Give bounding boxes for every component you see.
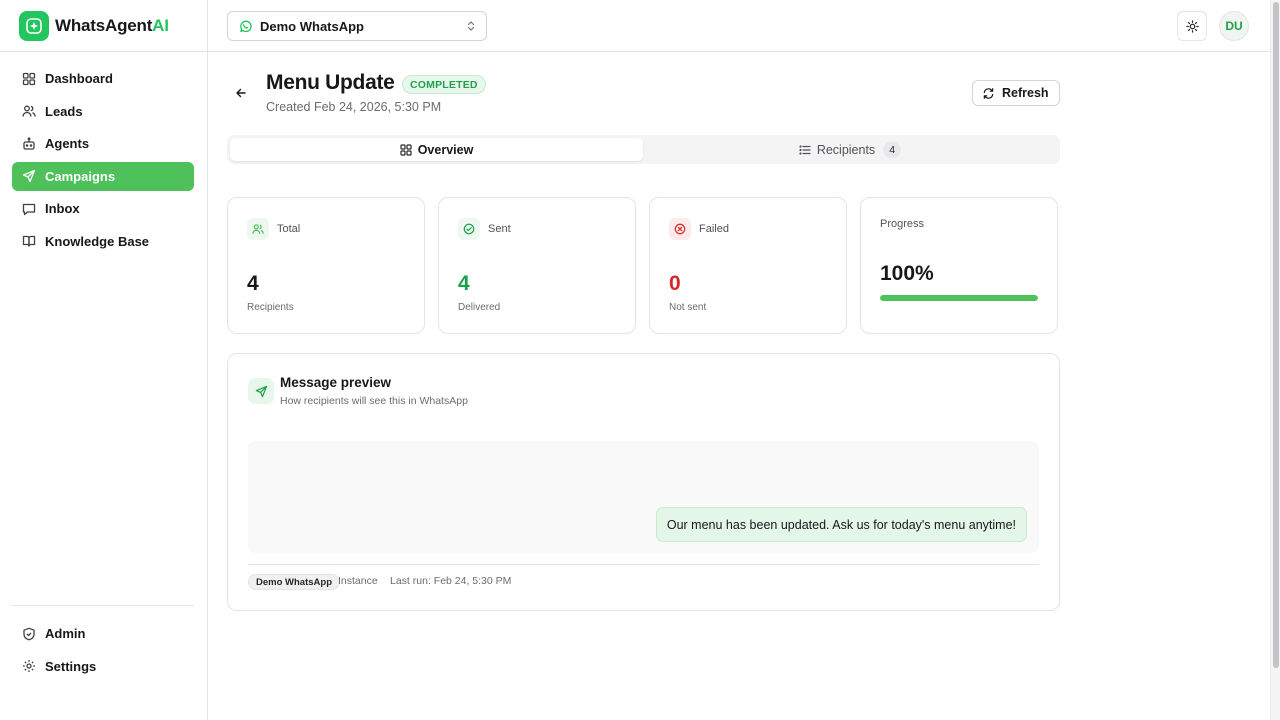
gear-icon: [22, 659, 36, 673]
user-avatar[interactable]: DU: [1219, 11, 1249, 41]
logo-icon: [19, 10, 49, 41]
sidebar-item-settings[interactable]: Settings: [12, 652, 194, 681]
topbar: Demo WhatsApp DU: [208, 0, 1270, 52]
message-preview-card: Message preview How recipients will see …: [227, 353, 1060, 611]
chat-preview-area: Our menu has been updated. Ask us for to…: [248, 441, 1039, 553]
instance-select-value: Demo WhatsApp: [260, 18, 364, 34]
stat-card-total: Total 4 Recipients: [227, 197, 425, 334]
tab-overview[interactable]: Overview: [230, 138, 643, 161]
tab-label: Overview: [417, 142, 474, 157]
scrollbar-thumb[interactable]: [1273, 2, 1279, 668]
shield-icon: [22, 627, 36, 641]
send-icon: [248, 378, 274, 404]
preview-subtitle: How recipients will see this in WhatsApp: [280, 395, 468, 407]
instance-chip: Demo WhatsApp: [248, 574, 340, 590]
instance-select[interactable]: Demo WhatsApp: [227, 11, 487, 41]
chevron-up-down-icon: [466, 20, 476, 32]
tab-list: Overview Recipients 4: [227, 135, 1060, 164]
progress-bar-fill: [880, 295, 1038, 301]
page-title: Menu Update: [266, 71, 395, 94]
stat-value: 4: [458, 272, 470, 295]
tab-label: Recipients: [816, 142, 876, 157]
theme-toggle-button[interactable]: [1177, 11, 1207, 41]
sidebar-item-label: Settings: [45, 658, 97, 674]
instance-label: Instance: [338, 575, 378, 587]
scrollbar[interactable]: [1270, 0, 1280, 720]
sidebar: WhatsAgentAI Dashboard Leads Agents Camp…: [0, 0, 208, 720]
users-icon: [247, 218, 269, 240]
stat-card-progress: Progress 100%: [860, 197, 1058, 334]
message-icon: [22, 202, 36, 216]
progress-value: 100%: [880, 262, 934, 285]
stat-label: Total: [277, 223, 301, 235]
message-bubble: Our menu has been updated. Ask us for to…: [655, 507, 1027, 542]
stat-value: 0: [669, 272, 681, 295]
sidebar-item-label: Agents: [45, 136, 90, 151]
bot-icon: [22, 136, 36, 151]
stat-value: 4: [247, 272, 259, 295]
brand[interactable]: WhatsAgentAI: [0, 0, 207, 52]
tab-recipients[interactable]: Recipients 4: [643, 138, 1057, 161]
sidebar-item-agents[interactable]: Agents: [12, 129, 194, 158]
sidebar-item-leads[interactable]: Leads: [12, 97, 194, 126]
stat-card-sent: Sent 4 Delivered: [438, 197, 636, 334]
recipients-count-badge: 4: [883, 141, 902, 158]
refresh-button[interactable]: Refresh: [972, 80, 1060, 106]
sidebar-item-label: Admin: [45, 626, 86, 641]
progress-label: Progress: [880, 218, 925, 230]
sidebar-nav: Dashboard Leads Agents Campaigns Inbox K…: [12, 64, 194, 259]
brand-name: WhatsAgentAI: [55, 15, 169, 35]
sun-icon: [1185, 19, 1199, 33]
stat-sublabel: Not sent: [669, 302, 707, 313]
sidebar-divider: [12, 605, 194, 606]
book-icon: [22, 234, 36, 248]
sidebar-item-inbox[interactable]: Inbox: [12, 194, 194, 223]
arrow-left-icon: [235, 87, 247, 99]
stat-sublabel: Recipients: [247, 302, 294, 313]
stat-label: Sent: [488, 223, 511, 235]
divider: [248, 564, 1039, 565]
users-icon: [22, 104, 36, 118]
sidebar-item-campaigns[interactable]: Campaigns: [12, 161, 194, 191]
check-circle-icon: [458, 218, 480, 240]
refresh-button-label: Refresh: [1002, 86, 1049, 100]
sidebar-item-dashboard[interactable]: Dashboard: [12, 64, 194, 93]
send-icon: [22, 169, 36, 183]
progress-bar: [880, 295, 1038, 301]
sidebar-item-label: Knowledge Base: [45, 233, 150, 249]
sidebar-bottom-nav: Admin Settings: [12, 619, 194, 684]
preview-title: Message preview: [280, 375, 392, 390]
stat-card-failed: Failed 0 Not sent: [649, 197, 847, 334]
x-circle-icon: [669, 218, 691, 240]
stat-sublabel: Delivered: [458, 302, 501, 313]
sidebar-item-label: Inbox: [45, 201, 80, 216]
last-run: Last run: Feb 24, 5:30 PM: [390, 575, 512, 587]
sidebar-item-knowledge-base[interactable]: Knowledge Base: [12, 227, 194, 256]
status-badge: COMPLETED: [402, 75, 486, 94]
whatsapp-icon: [239, 20, 252, 33]
back-button[interactable]: [232, 84, 250, 102]
created-date: Created Feb 24, 2026, 5:30 PM: [266, 100, 442, 114]
grid-icon: [400, 143, 418, 156]
sidebar-item-label: Leads: [45, 103, 83, 119]
sidebar-item-label: Campaigns: [45, 168, 116, 184]
sidebar-item-admin[interactable]: Admin: [12, 619, 194, 648]
stat-label: Failed: [699, 223, 729, 235]
dashboard-icon: [22, 72, 36, 86]
refresh-icon: [982, 87, 1002, 100]
sidebar-item-label: Dashboard: [45, 71, 113, 86]
list-icon: [799, 144, 817, 156]
